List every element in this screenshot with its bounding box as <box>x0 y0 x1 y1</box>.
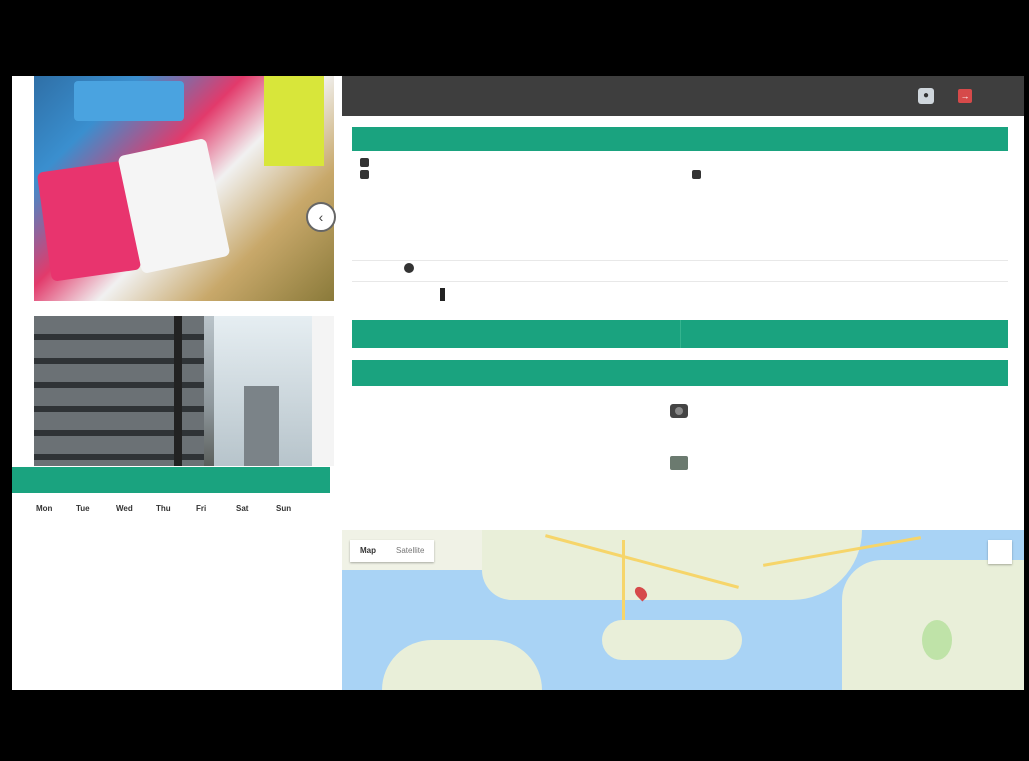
action-button-left[interactable] <box>352 320 680 348</box>
inspection-details <box>352 151 1008 261</box>
thumbnail-tab[interactable] <box>203 467 267 493</box>
signature-marker <box>440 288 445 301</box>
thumbnail-tab[interactable] <box>12 467 76 493</box>
inspection-photo-1[interactable] <box>34 76 334 301</box>
action-button-right[interactable] <box>681 320 1009 348</box>
thumbnail-bar <box>12 467 330 493</box>
map-type-toggle: Map Satellite <box>350 540 435 562</box>
location-map[interactable]: Map Satellite <box>342 530 1024 690</box>
weekday-label: Sat <box>236 504 249 513</box>
info-icon <box>360 158 369 168</box>
letterbox-left <box>0 76 12 690</box>
photo-scrollbar[interactable] <box>312 316 334 466</box>
map-type-map[interactable]: Map <box>350 540 386 562</box>
letterbox-right <box>1024 76 1029 690</box>
folder-icon[interactable] <box>670 456 688 470</box>
logout-icon[interactable]: → <box>958 89 972 103</box>
photo-panel: ‹ Mon Tue Wed Thu Fri Sat Sun <box>12 76 342 690</box>
tags-row <box>352 260 1008 282</box>
weekday-label: Thu <box>156 504 171 513</box>
weekday-label: Wed <box>116 504 133 513</box>
inspection-header <box>352 127 1008 151</box>
info-icon <box>360 170 369 180</box>
user-icon[interactable]: ● <box>918 88 934 104</box>
fullscreen-icon[interactable] <box>988 540 1012 564</box>
app-topbar: ● → <box>342 76 1024 116</box>
letterbox-bottom <box>0 690 1029 761</box>
details-column-right <box>690 157 990 181</box>
thumbnail-tab[interactable] <box>139 467 203 493</box>
info-icon <box>692 170 701 180</box>
details-column-left <box>358 157 688 181</box>
weekday-label: Sun <box>276 504 292 513</box>
map-type-satellite[interactable]: Satellite <box>386 540 434 562</box>
inspection-photo-2[interactable] <box>34 316 314 466</box>
thumbnail-tab[interactable] <box>76 467 140 493</box>
weekday-label: Tue <box>76 504 90 513</box>
weekday-label: Mon <box>36 504 53 513</box>
tag-icon[interactable] <box>404 263 414 273</box>
photos-section-header <box>352 360 1008 386</box>
letterbox-top <box>0 0 1029 76</box>
chevron-left-icon[interactable]: ‹ <box>306 202 336 232</box>
weekday-label: Fri <box>196 504 207 513</box>
thumbnail-tab[interactable] <box>266 467 330 493</box>
weekday-row: Mon Tue Wed Thu Fri Sat Sun <box>36 504 302 514</box>
action-bar <box>352 320 1008 348</box>
camera-icon[interactable] <box>670 404 688 418</box>
